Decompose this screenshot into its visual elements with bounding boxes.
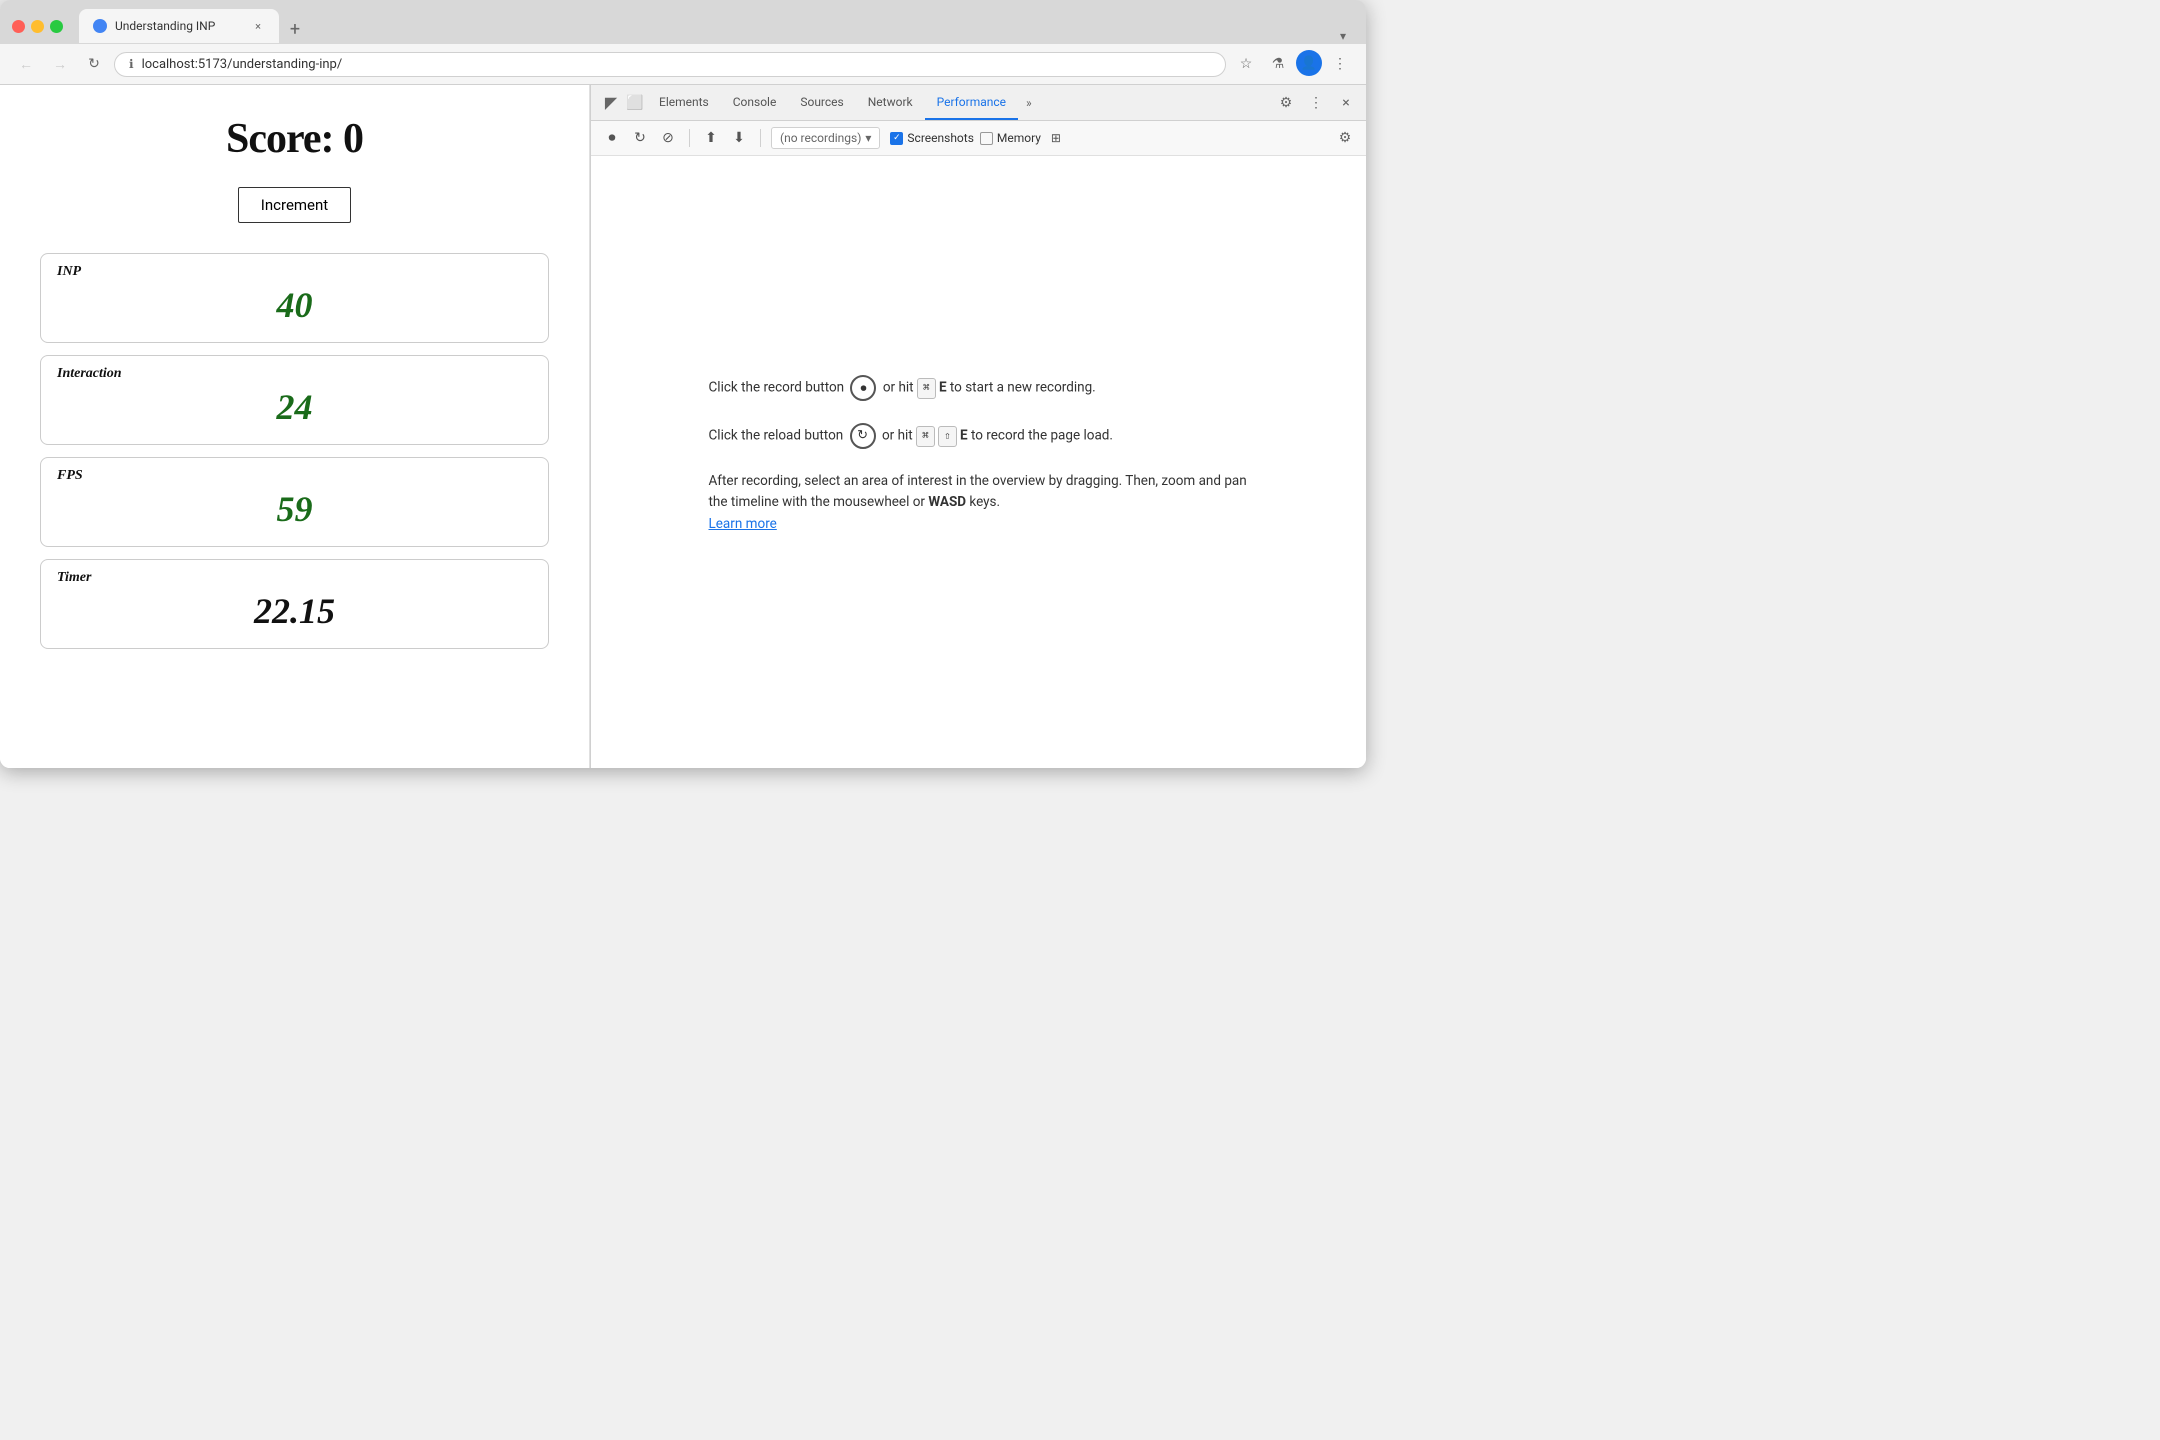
- screenshots-label: Screenshots: [907, 131, 973, 145]
- title-bar: Understanding INP × + ▾: [0, 0, 1366, 44]
- score-label: Score:: [226, 116, 334, 162]
- fps-card: FPS 59: [40, 457, 549, 547]
- interaction-value: 24: [57, 386, 532, 428]
- main-area: Score: 0 Increment INP 40 Interaction 24…: [0, 85, 1366, 768]
- devtools-settings-icon[interactable]: ⚙: [1274, 91, 1298, 115]
- record-button[interactable]: ⏺: [601, 127, 623, 149]
- toolbar: ← → ↻ ℹ localhost:5173/understanding-inp…: [0, 44, 1366, 85]
- inp-label: INP: [57, 264, 81, 280]
- devtools-close-icon[interactable]: ×: [1334, 91, 1358, 115]
- experiments-button[interactable]: ⚗: [1264, 50, 1292, 78]
- after-recording-text: After recording, select an area of inter…: [709, 471, 1249, 536]
- toolbar-actions: ☆ ⚗ 👤 ⋮: [1232, 50, 1354, 78]
- increment-button[interactable]: Increment: [238, 187, 351, 223]
- tab-console[interactable]: Console: [721, 85, 789, 120]
- download-button[interactable]: ⬇: [728, 127, 750, 149]
- more-options-button[interactable]: ⋮: [1326, 50, 1354, 78]
- bookmark-button[interactable]: ☆: [1232, 50, 1260, 78]
- performance-toolbar: ⏺ ↻ ⊘ ⬆ ⬇ (no recordings) ▾ Screenshots: [591, 121, 1366, 156]
- profile-button[interactable]: 👤: [1296, 50, 1322, 76]
- score-value: 0: [343, 116, 363, 162]
- browser-window: Understanding INP × + ▾ ← → ↻ ℹ localhos…: [0, 0, 1366, 768]
- record-shortcut-kbd: ⌘: [917, 378, 936, 399]
- web-content: Score: 0 Increment INP 40 Interaction 24…: [0, 85, 590, 768]
- inspect-element-icon[interactable]: ◤: [599, 91, 623, 115]
- url-text: localhost:5173/understanding-inp/: [142, 57, 343, 72]
- capture-settings-icon[interactable]: ⊞: [1047, 129, 1065, 147]
- memory-checkbox-box[interactable]: [980, 132, 993, 145]
- reload-instruction-text: Click the reload button ↻ or hit ⌘ ⇧ E t…: [709, 423, 1113, 449]
- screenshots-checkbox-box[interactable]: [890, 132, 903, 145]
- interaction-card: Interaction 24: [40, 355, 549, 445]
- tab-elements[interactable]: Elements: [647, 85, 721, 120]
- toolbar-separator-2: [760, 129, 761, 147]
- reload-key-label: E: [960, 427, 968, 443]
- record-instruction: Click the record button ⏺ or hit ⌘ E to …: [709, 375, 1249, 401]
- learn-more-link[interactable]: Learn more: [709, 516, 777, 532]
- reload-instruction: Click the reload button ↻ or hit ⌘ ⇧ E t…: [709, 423, 1249, 449]
- tab-bar: Understanding INP × + ▾: [79, 9, 1354, 43]
- wasd-keys-label: WASD: [928, 494, 966, 510]
- timer-card: Timer 22.15: [40, 559, 549, 649]
- memory-label: Memory: [997, 131, 1041, 145]
- new-tab-button[interactable]: +: [281, 15, 309, 43]
- clear-button[interactable]: ⊘: [657, 127, 679, 149]
- toolbar-separator: [689, 129, 690, 147]
- tab-sources[interactable]: Sources: [788, 85, 855, 120]
- more-tabs-button[interactable]: »: [1018, 96, 1040, 110]
- minimize-button[interactable]: [31, 20, 44, 33]
- timer-value: 22.15: [57, 590, 532, 632]
- fps-label: FPS: [57, 468, 83, 484]
- maximize-button[interactable]: [50, 20, 63, 33]
- tab-close-button[interactable]: ×: [251, 19, 265, 33]
- reload-shortcut-kbd: ⌘: [916, 426, 935, 447]
- devtools-more-options-icon[interactable]: ⋮: [1304, 91, 1328, 115]
- upload-button[interactable]: ⬆: [700, 127, 722, 149]
- checkbox-group: Screenshots Memory ⊞: [890, 129, 1065, 147]
- fps-value: 59: [57, 488, 532, 530]
- devtools-panel: ◤ ⬜ Elements Console Sources Network Per…: [590, 85, 1366, 768]
- device-toolbar-icon[interactable]: ⬜: [623, 91, 647, 115]
- performance-content: Click the record button ⏺ or hit ⌘ E to …: [591, 156, 1366, 768]
- tab-favicon-icon: [93, 19, 107, 33]
- active-tab[interactable]: Understanding INP ×: [79, 9, 279, 43]
- recordings-dropdown[interactable]: (no recordings) ▾: [771, 127, 880, 149]
- memory-checkbox[interactable]: Memory: [980, 131, 1041, 145]
- shift-key-kbd: ⇧: [938, 426, 957, 447]
- devtools-tabs: ◤ ⬜ Elements Console Sources Network Per…: [591, 85, 1366, 121]
- tab-title: Understanding INP: [115, 19, 215, 33]
- tab-performance[interactable]: Performance: [925, 85, 1018, 120]
- recordings-label: (no recordings): [780, 131, 861, 145]
- interaction-label: Interaction: [57, 366, 122, 382]
- close-button[interactable]: [12, 20, 25, 33]
- score-display: Score: 0: [40, 115, 549, 163]
- reload-button[interactable]: ↻: [80, 50, 108, 78]
- record-key-label: E: [939, 379, 947, 395]
- inp-value: 40: [57, 284, 532, 326]
- traffic-lights: [12, 20, 63, 33]
- secure-icon: ℹ: [129, 57, 134, 71]
- reload-record-button[interactable]: ↻: [629, 127, 651, 149]
- tab-list-chevron-icon[interactable]: ▾: [1340, 29, 1350, 43]
- devtools-actions: ⚙ ⋮ ×: [1274, 91, 1358, 115]
- timer-label: Timer: [57, 570, 91, 586]
- address-bar[interactable]: ℹ localhost:5173/understanding-inp/: [114, 52, 1226, 77]
- record-instruction-text: Click the record button ⏺ or hit ⌘ E to …: [709, 375, 1096, 401]
- inp-card: INP 40: [40, 253, 549, 343]
- tab-network[interactable]: Network: [856, 85, 925, 120]
- perf-settings-button[interactable]: ⚙: [1334, 127, 1356, 149]
- forward-button[interactable]: →: [46, 50, 74, 78]
- recordings-chevron-icon: ▾: [865, 131, 871, 145]
- screenshots-checkbox[interactable]: Screenshots: [890, 131, 973, 145]
- back-button[interactable]: ←: [12, 50, 40, 78]
- perf-instructions: Click the record button ⏺ or hit ⌘ E to …: [709, 375, 1249, 550]
